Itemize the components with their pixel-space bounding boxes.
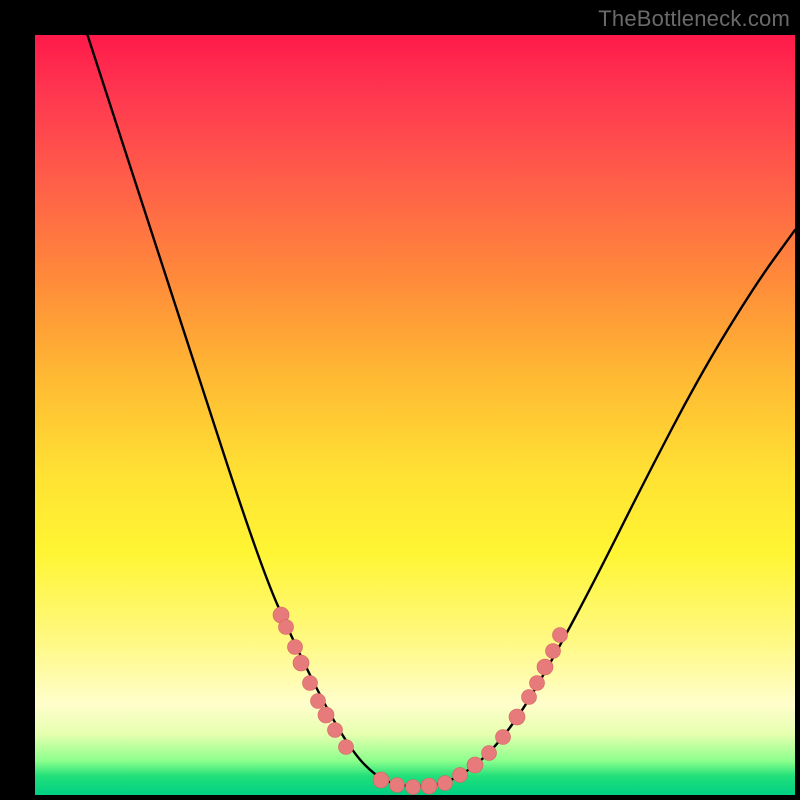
highlight-dot [496,730,511,745]
highlight-dot [339,740,354,755]
highlight-dot [293,655,309,671]
bottleneck-curve [81,35,795,786]
highlight-dot [509,709,525,725]
highlight-dot [453,768,468,783]
highlight-dot [406,780,421,795]
highlight-dot [482,746,497,761]
highlight-dot [537,659,553,675]
highlight-dot [390,778,405,793]
highlight-dot [328,723,343,738]
highlight-dot [318,707,334,723]
highlight-dot [288,640,303,655]
highlight-dots [273,607,568,795]
highlight-dot [467,757,483,773]
highlight-dot [546,644,561,659]
highlight-dot [373,772,389,788]
highlight-dot [438,776,453,791]
highlight-dot [421,778,437,794]
highlight-dot [530,676,545,691]
watermark-text: TheBottleneck.com [598,6,790,32]
highlight-dot [311,694,326,709]
plot-area [35,35,795,795]
highlight-dot [303,676,318,691]
chart-frame: TheBottleneck.com [0,0,800,800]
highlight-dot [553,628,568,643]
highlight-dot [279,620,294,635]
curve-layer [35,35,795,795]
highlight-dot [522,690,537,705]
